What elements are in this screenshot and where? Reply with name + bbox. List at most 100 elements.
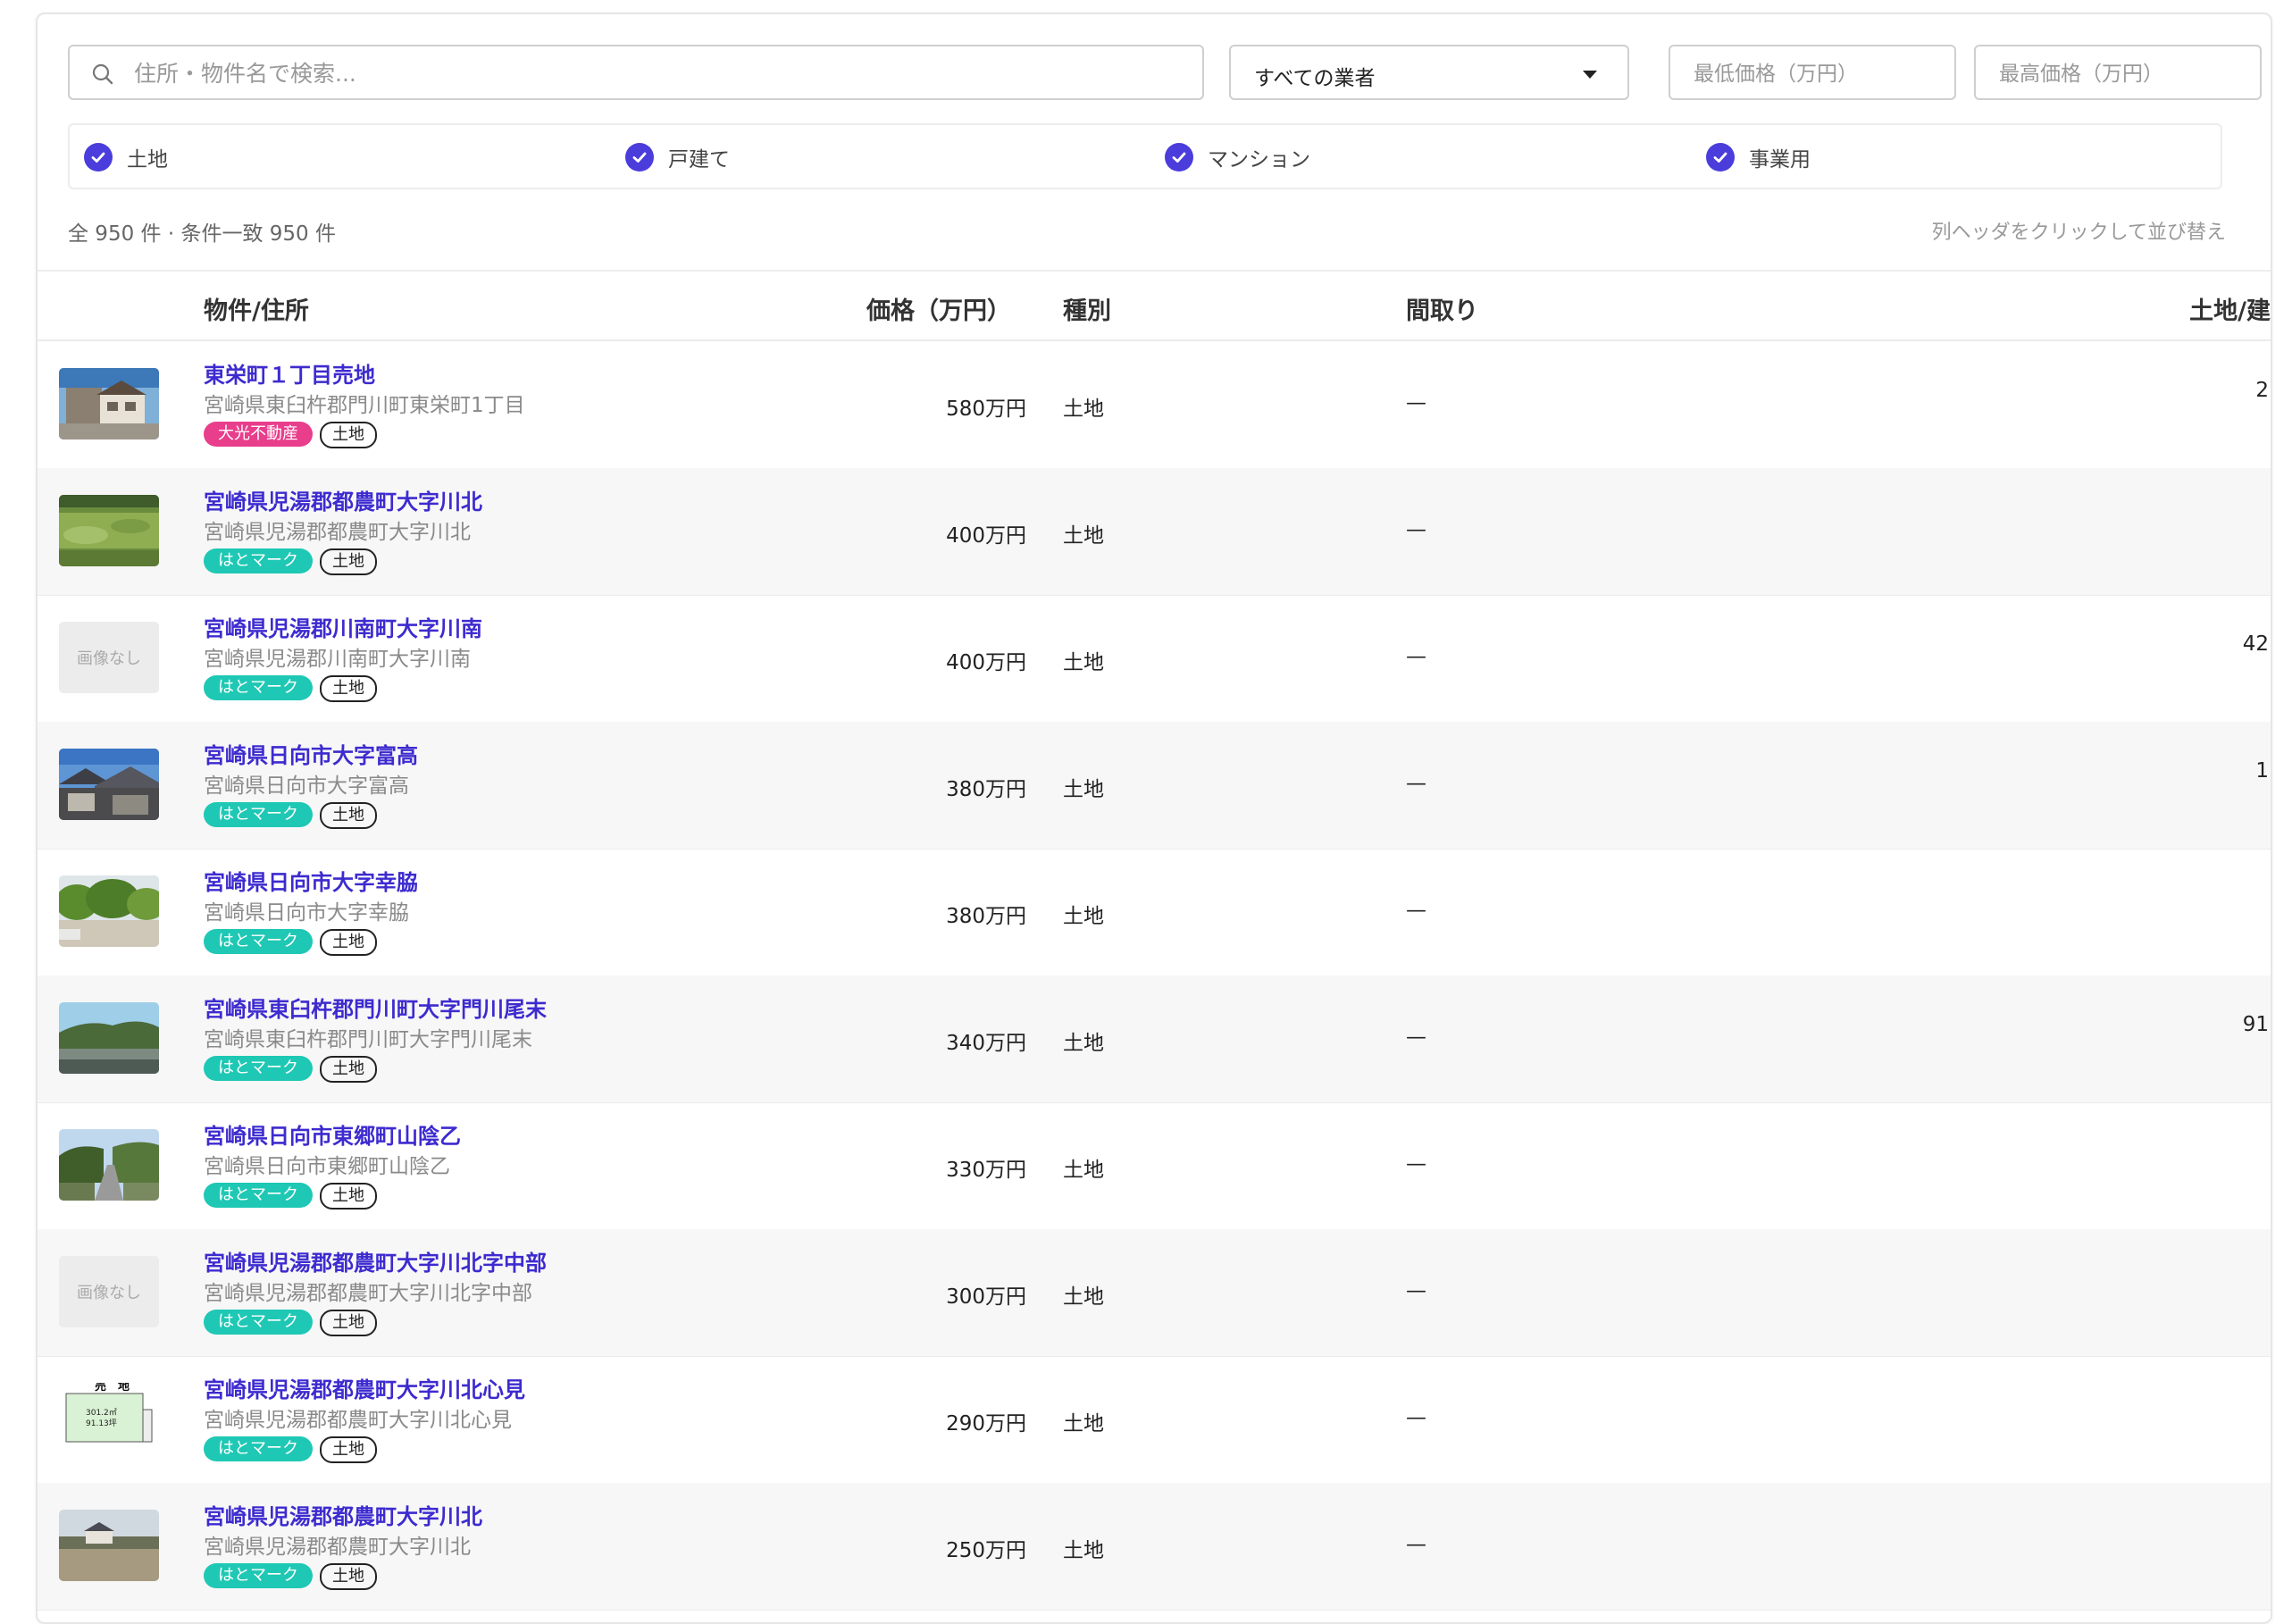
table-row[interactable]: 宮崎県児湯郡都農町大字川北 宮崎県児湯郡都農町大字川北 はとマーク 土地 400… [38, 468, 2271, 596]
property-title-link[interactable]: 宮崎県日向市大字富高 [204, 738, 418, 769]
property-address: 宮崎県日向市東郷町山陰乙 [204, 1155, 450, 1178]
price-cell: 290万円 [946, 1412, 1026, 1436]
layout-cell: — [1406, 899, 1426, 922]
table-row[interactable]: 画像なし 宮崎県児湯郡川南町大字川南 宮崎県児湯郡川南町大字川南 はとマーク 土… [38, 595, 2271, 723]
layout-cell: — [1406, 391, 1426, 414]
divider [38, 270, 2271, 272]
tag-group: はとマーク 土地 [204, 548, 377, 575]
price-cell: 330万円 [946, 1159, 1026, 1182]
check-icon [625, 143, 654, 172]
property-thumbnail[interactable] [59, 495, 159, 566]
search-input[interactable] [132, 52, 1190, 95]
area-cell: 1 [2255, 759, 2269, 783]
check-icon [1706, 143, 1735, 172]
property-thumbnail[interactable] [59, 1510, 159, 1581]
max-price-field[interactable] [1974, 45, 2262, 100]
type-cell: 土地 [1063, 651, 1104, 674]
property-address: 宮崎県児湯郡都農町大字川北心見 [204, 1409, 512, 1432]
property-thumbnail[interactable] [59, 1002, 159, 1074]
agent-select[interactable]: すべての業者 [1229, 45, 1629, 100]
area-cell: 91 [2242, 1013, 2269, 1036]
type-checkbox-business[interactable]: 事業用 [1706, 141, 1811, 173]
column-header-layout[interactable]: 間取り [1406, 291, 1478, 326]
table-row[interactable]: 宮崎県日向市東郷町山陰乙 宮崎県日向市東郷町山陰乙 はとマーク 土地 330万円… [38, 1102, 2271, 1230]
property-thumbnail[interactable] [59, 368, 159, 439]
property-title-link[interactable]: 宮崎県日向市大字幸脇 [204, 865, 418, 896]
table-row[interactable]: 宮崎県日向市大字富高 宮崎県日向市大字富高 はとマーク 土地 380万円 土地 … [38, 722, 2271, 850]
agent-badge: はとマーク [204, 1310, 313, 1335]
min-price-input[interactable] [1692, 54, 1936, 95]
layout-cell: — [1406, 772, 1426, 795]
tag-group: はとマーク 土地 [204, 1056, 377, 1083]
type-badge: 土地 [320, 929, 377, 956]
search-box[interactable] [68, 45, 1204, 100]
property-address: 宮崎県日向市大字富高 [204, 774, 409, 798]
type-cell: 土地 [1063, 778, 1104, 801]
property-title-link[interactable]: 宮崎県児湯郡都農町大字川北 [204, 1499, 482, 1530]
tag-group: はとマーク 土地 [204, 1563, 377, 1590]
layout-cell: — [1406, 1279, 1426, 1302]
agent-badge: はとマーク [204, 929, 313, 954]
min-price-field[interactable] [1669, 45, 1956, 100]
property-title-link[interactable]: 宮崎県児湯郡都農町大字川北字中部 [204, 1245, 547, 1277]
type-badge: 土地 [320, 1183, 377, 1210]
property-address: 宮崎県日向市大字幸脇 [204, 901, 409, 925]
agent-badge: はとマーク [204, 1436, 313, 1461]
property-thumbnail[interactable] [59, 875, 159, 947]
property-thumbnail[interactable]: 売 地 301.2㎡ 91.13坪 [59, 1383, 159, 1454]
price-cell: 340万円 [946, 1032, 1026, 1055]
column-header-type[interactable]: 種別 [1063, 291, 1111, 326]
property-title-link[interactable]: 宮崎県児湯郡川南町大字川南 [204, 611, 482, 642]
listing-panel: すべての業者 土地 戸建て マンション 事業用 全 950 件 · 条件一致 9… [36, 13, 2272, 1624]
layout-cell: — [1406, 645, 1426, 668]
table-row[interactable]: 宮崎県児湯郡都農町大字川北 宮崎県児湯郡都農町大字川北 はとマーク 土地 250… [38, 1483, 2271, 1611]
property-title-link[interactable]: 宮崎県日向市東郷町山陰乙 [204, 1118, 461, 1150]
price-cell: 380万円 [946, 905, 1026, 928]
property-address: 宮崎県東臼杵郡門川町大字門川尾末 [204, 1028, 532, 1051]
type-cell: 土地 [1063, 1539, 1104, 1562]
chevron-down-icon [1583, 71, 1597, 79]
layout-cell: — [1406, 1406, 1426, 1429]
table-row[interactable]: 宮崎県日向市大字幸脇 宮崎県日向市大字幸脇 はとマーク 土地 380万円 土地 … [38, 849, 2271, 976]
column-header-price[interactable]: 価格（万円） [866, 291, 1011, 326]
type-badge: 土地 [320, 1310, 377, 1336]
table-row[interactable]: 画像なし 宮崎県児湯郡都農町大字川北字中部 宮崎県児湯郡都農町大字川北字中部 は… [38, 1229, 2271, 1357]
type-cell: 土地 [1063, 905, 1104, 928]
property-address: 宮崎県東臼杵郡門川町東栄町1丁目 [204, 394, 525, 417]
column-header-area[interactable]: 土地/建 [2189, 291, 2271, 326]
property-title-link[interactable]: 宮崎県児湯郡都農町大字川北 [204, 484, 482, 515]
layout-cell: — [1406, 1533, 1426, 1556]
search-icon [92, 63, 113, 85]
max-price-input[interactable] [1997, 54, 2242, 95]
tag-group: はとマーク 土地 [204, 1310, 377, 1336]
type-checkbox-house[interactable]: 戸建て [625, 141, 730, 173]
type-badge: 土地 [320, 675, 377, 702]
type-checkbox-land[interactable]: 土地 [84, 141, 168, 173]
type-cell: 土地 [1063, 1412, 1104, 1436]
price-cell: 400万円 [946, 651, 1026, 674]
type-badge: 土地 [320, 422, 377, 448]
type-filter-group: 土地 戸建て マンション 事業用 [68, 123, 2222, 189]
table-row[interactable]: 宮崎県東臼杵郡門川町大字門川尾末 宮崎県東臼杵郡門川町大字門川尾末 はとマーク … [38, 975, 2271, 1103]
property-title-link[interactable]: 東栄町１丁目売地 [204, 357, 375, 389]
column-header-property[interactable]: 物件/住所 [204, 291, 309, 326]
no-image-placeholder: 画像なし [59, 1256, 159, 1327]
type-badge: 土地 [320, 802, 377, 829]
result-count: 全 950 件 · 条件一致 950 件 [68, 222, 336, 246]
area-cell: 2 [2255, 379, 2269, 402]
property-title-link[interactable]: 宮崎県児湯郡都農町大字川北心見 [204, 1372, 525, 1403]
tag-group: はとマーク 土地 [204, 802, 377, 829]
type-checkbox-mansion[interactable]: マンション [1165, 141, 1310, 173]
property-thumbnail[interactable] [59, 749, 159, 820]
layout-cell: — [1406, 1152, 1426, 1176]
property-thumbnail[interactable] [59, 1129, 159, 1201]
type-checkbox-label: マンション [1208, 148, 1310, 172]
table-row[interactable]: 売 地 301.2㎡ 91.13坪 宮崎県児湯郡都農町大字川北心見 宮崎県児湯郡… [38, 1356, 2271, 1484]
svg-text:91.13坪: 91.13坪 [86, 1419, 117, 1428]
property-address: 宮崎県児湯郡都農町大字川北 [204, 1536, 471, 1559]
type-badge: 土地 [320, 548, 377, 575]
table-row[interactable]: 東栄町１丁目売地 宮崎県東臼杵郡門川町東栄町1丁目 大光不動産 土地 580万円… [38, 341, 2271, 469]
agent-badge: はとマーク [204, 802, 313, 827]
property-title-link[interactable]: 宮崎県東臼杵郡門川町大字門川尾末 [204, 992, 547, 1023]
type-badge: 土地 [320, 1056, 377, 1083]
